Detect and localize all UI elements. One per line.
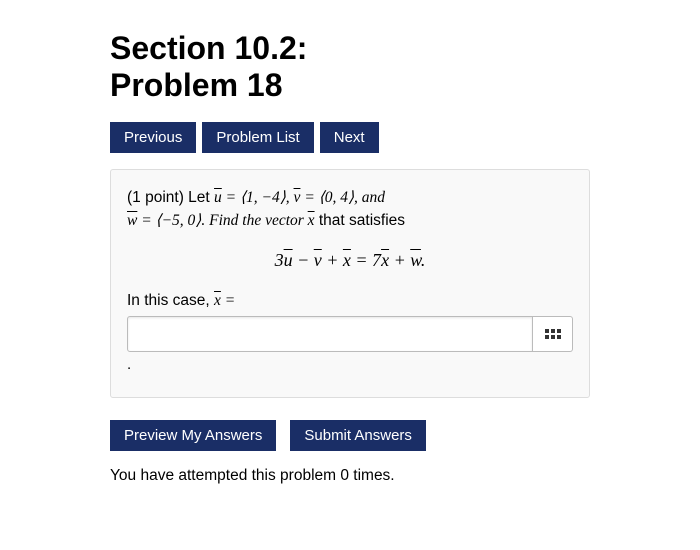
var-x: x: [381, 250, 389, 270]
text-frag: +: [389, 250, 410, 270]
text-frag: (1 point) Let: [127, 189, 214, 206]
var-v: v: [314, 250, 322, 270]
submit-answers-button[interactable]: Submit Answers: [290, 420, 426, 451]
next-button[interactable]: Next: [320, 122, 379, 153]
text-frag: = ⟨1, −4⟩,: [222, 189, 294, 206]
answer-input[interactable]: [127, 316, 533, 352]
var-x: x: [343, 250, 351, 270]
var-x: x: [308, 212, 315, 229]
problem-statement: (1 point) Let u = ⟨1, −4⟩, v = ⟨0, 4⟩, a…: [127, 186, 573, 233]
action-row: Preview My Answers Submit Answers: [110, 420, 590, 451]
equation: 3u − v + x = 7x + w.: [127, 250, 573, 271]
problem-panel: (1 point) Let u = ⟨1, −4⟩, v = ⟨0, 4⟩, a…: [110, 169, 590, 399]
var-w: w: [127, 212, 137, 229]
title-line2: Problem 18: [110, 67, 283, 103]
preview-answers-button[interactable]: Preview My Answers: [110, 420, 276, 451]
page-title: Section 10.2: Problem 18: [110, 30, 590, 104]
text-frag: = ⟨−5, 0⟩. Find the vector: [137, 212, 307, 229]
keyboard-icon: [545, 327, 561, 342]
trailing-dot: .: [127, 356, 573, 373]
var-u: u: [214, 189, 222, 206]
title-line1: Section 10.2:: [110, 30, 307, 66]
text-frag: = 7: [351, 250, 381, 270]
problem-list-button[interactable]: Problem List: [202, 122, 313, 153]
text-frag: +: [322, 250, 343, 270]
text-frag: =: [221, 292, 235, 309]
var-w: w: [410, 250, 421, 270]
text-frag: = ⟨0, 4⟩, and: [300, 189, 385, 206]
text-frag: that satisfies: [315, 212, 405, 229]
attempt-status: You have attempted this problem 0 times.: [110, 467, 590, 485]
text-frag: .: [421, 250, 426, 270]
text-frag: −: [293, 250, 314, 270]
var-u: u: [284, 250, 293, 270]
answer-prompt: In this case, x =: [127, 289, 573, 312]
math-keyboard-button[interactable]: [533, 316, 573, 352]
answer-row: [127, 316, 573, 352]
previous-button[interactable]: Previous: [110, 122, 196, 153]
var-x: x: [214, 292, 221, 309]
problem-nav: Previous Problem List Next: [110, 122, 590, 153]
text-frag: In this case,: [127, 292, 214, 309]
text-frag: 3: [275, 250, 284, 270]
